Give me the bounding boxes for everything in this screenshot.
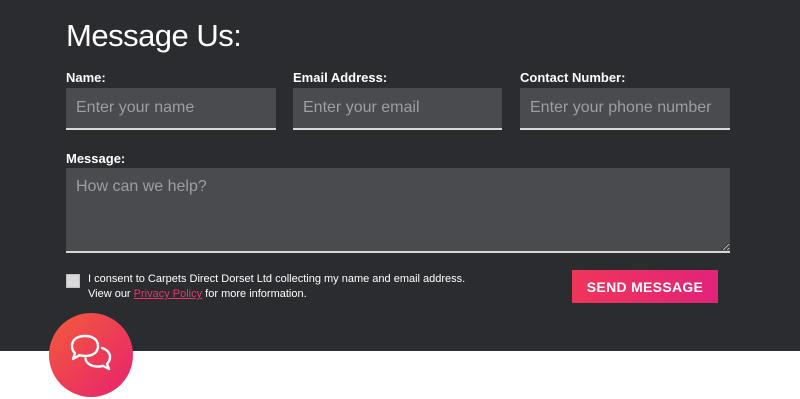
chat-bubbles-icon xyxy=(68,333,114,378)
email-input[interactable] xyxy=(293,88,502,130)
name-input[interactable] xyxy=(66,88,276,130)
email-label: Email Address: xyxy=(293,70,388,85)
phone-input[interactable] xyxy=(520,88,730,130)
consent-text: I consent to Carpets Direct Dorset Ltd c… xyxy=(88,272,465,302)
consent-line-2: View our Privacy Policy for more informa… xyxy=(88,287,465,302)
message-label: Message: xyxy=(66,151,126,166)
consent-prefix: View our xyxy=(88,288,134,300)
name-label: Name: xyxy=(66,70,106,85)
privacy-policy-link[interactable]: Privacy Policy xyxy=(134,288,202,300)
chat-button[interactable] xyxy=(49,313,133,397)
send-message-button[interactable]: SEND MESSAGE xyxy=(572,270,718,303)
consent-checkbox[interactable] xyxy=(66,274,80,288)
consent-suffix: for more information. xyxy=(202,288,307,300)
section-title: Message Us: xyxy=(66,18,242,53)
message-textarea[interactable] xyxy=(66,168,730,253)
consent-line-1: I consent to Carpets Direct Dorset Ltd c… xyxy=(88,273,466,285)
phone-label: Contact Number: xyxy=(520,70,626,85)
